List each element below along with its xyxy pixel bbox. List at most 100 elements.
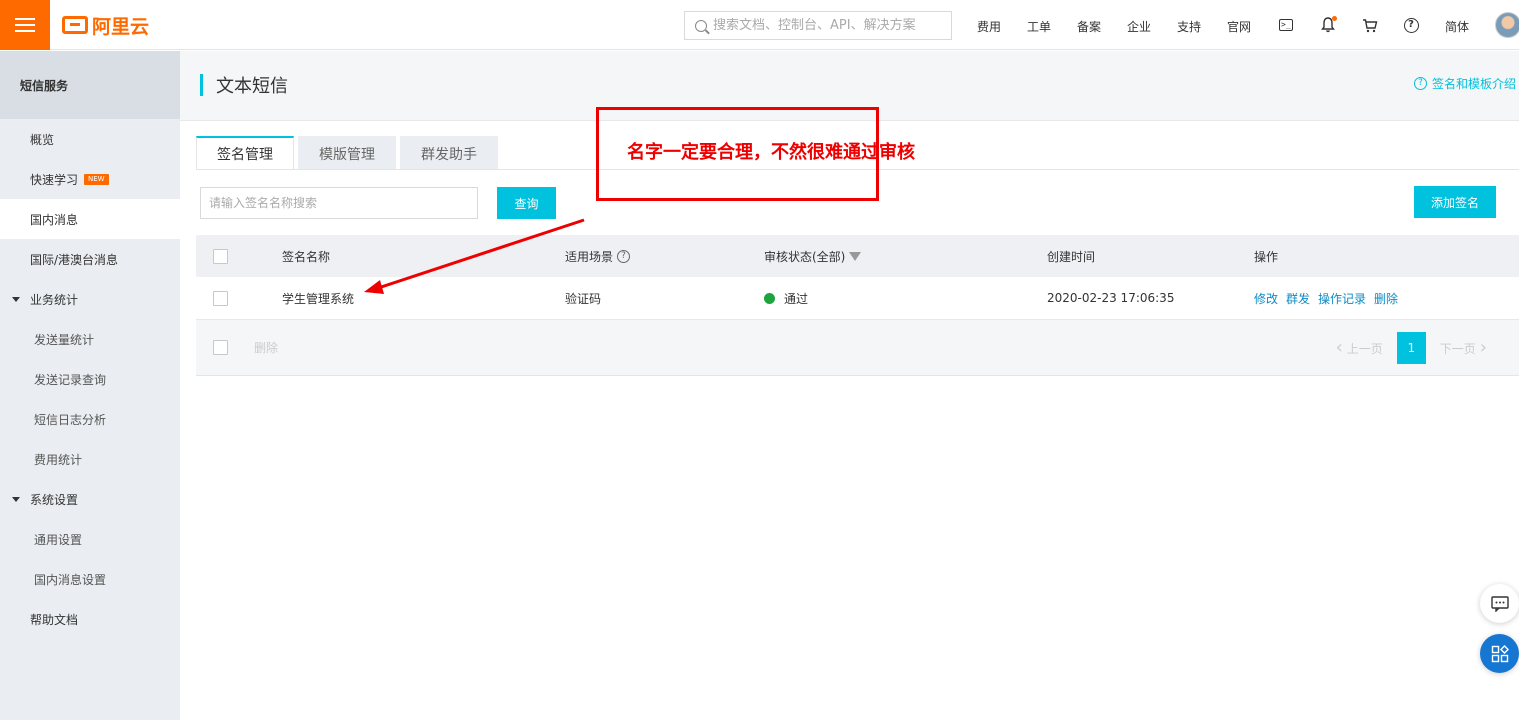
sidebar-item-label: 发送记录查询 [34,372,107,387]
sidebar-item-international-message[interactable]: 国际/港澳台消息 [0,239,180,279]
chevron-right-icon: › [1479,337,1487,358]
logo[interactable]: 阿里云 [62,13,150,38]
notification-dot [1332,16,1337,21]
table-footer: 删除 ‹ 上一页 1 下一页 › [196,320,1519,376]
help-icon[interactable]: ? [1401,15,1421,35]
edit-link[interactable]: 修改 [1254,290,1278,307]
sidebar-group-business-stats[interactable]: 业务统计 [0,279,180,319]
sidebar-group-system-settings[interactable]: 系统设置 [0,479,180,519]
tab-signature[interactable]: 签名管理 [196,136,294,170]
help-link[interactable]: ? 签名和模板介绍 [1413,75,1516,92]
sidebar-item-label: 快速学习 [30,172,79,187]
menu-icon[interactable] [0,0,50,50]
logo-text: 阿里云 [92,15,150,38]
signature-scene: 验证码 [565,291,602,306]
nav-enterprise[interactable]: 企业 [1127,18,1151,35]
next-page-label: 下一页 [1439,341,1476,356]
col-scene-label: 适用场景 [565,249,614,264]
prev-page-label: 上一页 [1346,341,1383,356]
global-search[interactable] [684,11,952,40]
sidebar-item-label: 帮助文档 [30,612,79,627]
sidebar-item-domestic-settings[interactable]: 国内消息设置 [0,559,180,599]
cart-icon[interactable] [1360,15,1380,35]
sidebar-item-general-settings[interactable]: 通用设置 [0,519,180,559]
sidebar-item-send-records[interactable]: 发送记录查询 [0,359,180,399]
sidebar-item-label: 通用设置 [34,532,83,547]
search-icon [695,19,707,32]
annotation-text: 名字一定要合理，不然很难通过审核 [627,142,915,163]
bell-icon[interactable] [1318,15,1338,35]
sidebar-title: 短信服务 [0,51,180,119]
sidebar-item-log-analysis[interactable]: 短信日志分析 [0,399,180,439]
pagination: ‹ 上一页 1 下一页 › [1322,332,1501,364]
terminal-icon[interactable]: >_ [1276,15,1296,35]
filter-icon[interactable] [849,251,862,261]
nav-billing[interactable]: 费用 [977,18,1001,35]
nav-ticket[interactable]: 工单 [1027,18,1051,35]
delete-link[interactable]: 删除 [1374,290,1398,307]
sidebar-item-label: 费用统计 [34,452,83,467]
status-label: 通过 [784,291,809,306]
select-all-checkbox[interactable] [213,248,228,264]
prev-page-button[interactable]: ‹ 上一页 [1322,339,1397,357]
page-1-button[interactable]: 1 [1396,332,1426,364]
status-badge: 通过 [764,277,808,319]
col-scene: 适用场景? [565,235,631,277]
created-time: 2020-02-23 17:06:35 [1047,291,1175,305]
sidebar-item-label: 概览 [30,132,55,147]
add-signature-button[interactable]: 添加签名 [1414,186,1496,218]
col-actions: 操作 [1254,249,1279,264]
bulk-send-link[interactable]: 群发 [1286,290,1310,307]
col-status[interactable]: 审核状态(全部) [764,235,862,277]
sidebar-item-label: 国际/港澳台消息 [30,252,119,267]
help-link-label: 签名和模板介绍 [1431,77,1516,91]
table-row: 学生管理系统 验证码 通过 2020-02-23 17:06:35 修改 群发 … [196,277,1519,320]
language-switch[interactable]: 简体 [1445,18,1469,35]
batch-delete-button[interactable]: 删除 [254,339,278,356]
query-button[interactable]: 查询 [497,187,556,219]
col-status-label: 审核状态(全部) [764,249,846,264]
sidebar-item-cost-stats[interactable]: 费用统计 [0,439,180,479]
sidebar-item-label: 国内消息设置 [34,572,107,587]
row-actions: 修改 群发 操作记录 删除 [1254,277,1406,319]
avatar[interactable] [1495,12,1519,38]
sidebar-item-label: 系统设置 [30,492,79,507]
sidebar: 短信服务 概览 快速学习 NEW 国内消息 国际/港澳台消息 业务统计 发送量统计… [0,51,180,720]
signature-search-input[interactable] [200,187,478,219]
page-title: 文本短信 [200,73,288,97]
sidebar-item-label: 发送量统计 [34,332,95,347]
sidebar-item-quick-learn[interactable]: 快速学习 NEW [0,159,180,199]
question-icon[interactable]: ? [617,249,631,263]
col-created: 创建时间 [1047,249,1096,264]
sidebar-item-overview[interactable]: 概览 [0,119,180,159]
question-icon: ? [1413,77,1427,90]
signature-name: 学生管理系统 [282,291,355,306]
tab-template[interactable]: 模版管理 [298,136,396,170]
global-search-input[interactable] [713,18,941,33]
chat-float-button[interactable] [1480,584,1519,623]
footer-select-all-checkbox[interactable] [213,340,228,355]
logo-icon [62,16,88,34]
row-checkbox[interactable] [213,290,228,306]
signature-table: 签名名称 适用场景? 审核状态(全部) 创建时间 操作 学生管理系统 验证码 通… [196,235,1519,376]
status-dot-icon [764,292,775,304]
sidebar-item-domestic-message[interactable]: 国内消息 [0,199,180,239]
col-name: 签名名称 [282,249,331,264]
nav-support[interactable]: 支持 [1177,18,1201,35]
sidebar-item-label: 业务统计 [30,292,79,307]
tab-bar: 签名管理 模版管理 群发助手 [196,136,498,170]
sidebar-item-label: 国内消息 [30,212,79,227]
sidebar-item-send-volume[interactable]: 发送量统计 [0,319,180,359]
chevron-left-icon: ‹ [1335,337,1343,358]
tab-bulk-send[interactable]: 群发助手 [400,136,498,170]
apps-float-button[interactable] [1480,634,1519,673]
top-bar: 阿里云 费用 工单 备案 企业 支持 官网 >_ ? 简体 [0,0,1519,50]
caret-down-icon [12,296,20,302]
operation-log-link[interactable]: 操作记录 [1318,290,1366,307]
sidebar-item-help-docs[interactable]: 帮助文档 [0,599,180,639]
new-badge: NEW [84,173,109,185]
next-page-button[interactable]: 下一页 › [1426,339,1501,357]
nav-official-site[interactable]: 官网 [1227,18,1251,35]
nav-filing[interactable]: 备案 [1077,18,1101,35]
apps-icon [1491,644,1509,662]
